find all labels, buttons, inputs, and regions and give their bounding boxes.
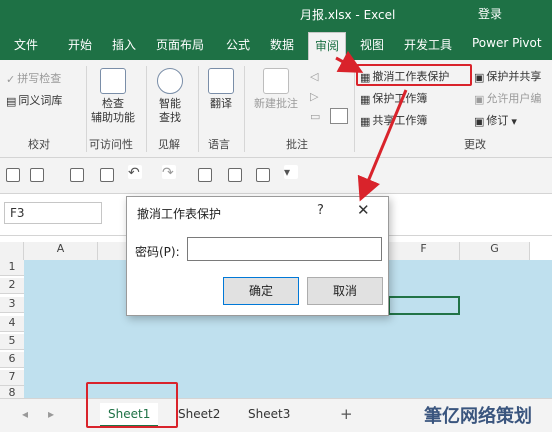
annotation-arrows (335, 50, 408, 202)
excel-window: 月报.xlsx - Excel 登录 文件 开始 插入 页面布局 公式 数据 审… (0, 0, 552, 432)
arrow-to-dialog (357, 89, 408, 202)
arrow-to-unprotect (335, 50, 364, 73)
watermark: 筆亿网络策划 (424, 406, 532, 427)
